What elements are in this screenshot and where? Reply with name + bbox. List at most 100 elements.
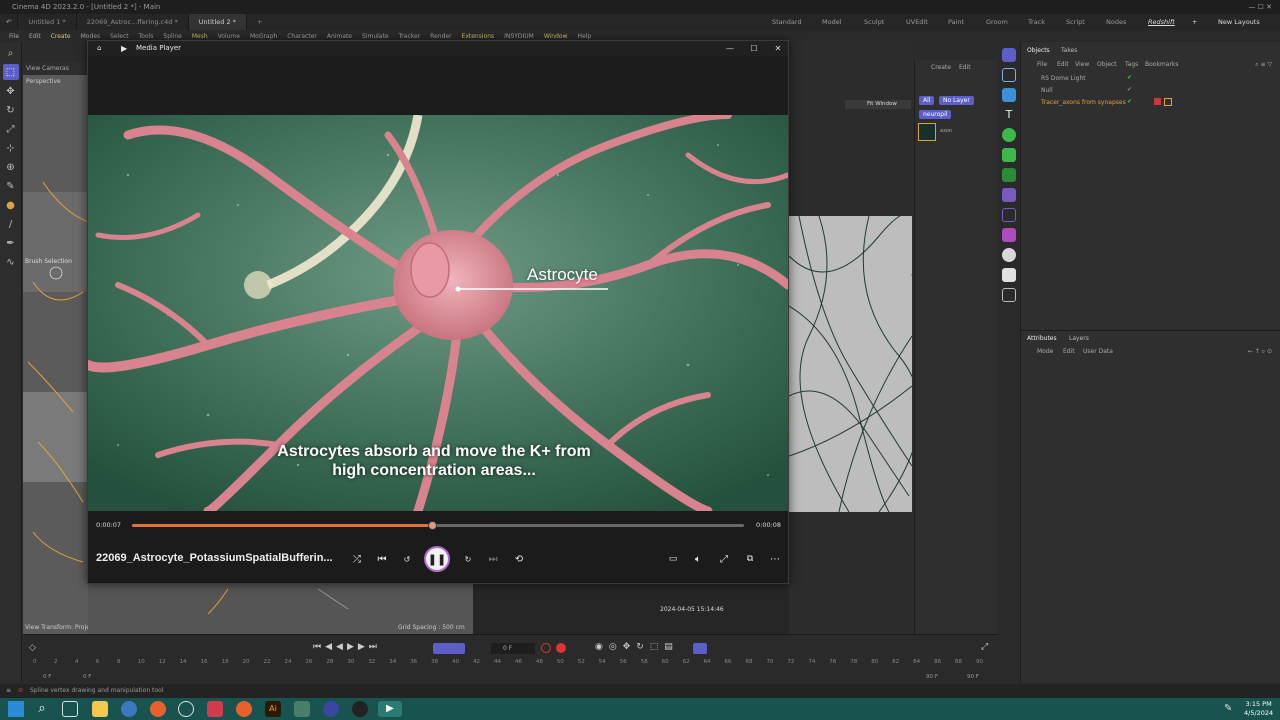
- move-icon[interactable]: ✥: [3, 83, 19, 99]
- objects-search-icon[interactable]: ⌕ ≡ ▽: [1255, 61, 1272, 69]
- object-row-dome-light[interactable]: RS Dome Light: [1041, 75, 1086, 82]
- doc-tab-astrocyte[interactable]: 22069_Astroc...ffering.c4d *: [77, 14, 189, 30]
- layer-filter-none[interactable]: No Layer: [939, 96, 974, 105]
- layer-create-menu[interactable]: Create: [931, 64, 951, 71]
- firefox-icon[interactable]: [150, 701, 166, 717]
- redshift-icon[interactable]: [1002, 48, 1016, 62]
- menu-help[interactable]: Help: [573, 33, 597, 40]
- skip-back-icon[interactable]: ↺: [397, 549, 417, 569]
- media-player-taskbar-icon[interactable]: ▶: [378, 701, 402, 717]
- cinema4d-icon[interactable]: [323, 701, 339, 717]
- autokey-icon[interactable]: [556, 643, 566, 653]
- timeline-preview-start[interactable]: 0 F: [83, 674, 91, 680]
- home-icon[interactable]: ⌂: [97, 41, 101, 56]
- viewport-menu-cameras[interactable]: Cameras: [42, 65, 69, 72]
- viewport-left-visible[interactable]: [23, 62, 88, 634]
- knife-icon[interactable]: /: [3, 216, 19, 232]
- volume-icon[interactable]: 🔈︎: [688, 549, 708, 569]
- layout-standard[interactable]: Standard: [772, 14, 802, 30]
- add-tab-icon[interactable]: +: [247, 14, 272, 30]
- spline-icon[interactable]: ∿: [3, 254, 19, 270]
- layout-script[interactable]: Script: [1066, 14, 1085, 30]
- fullscreen-icon[interactable]: ⤢: [714, 549, 734, 569]
- layout-redshift[interactable]: Redshift: [1148, 14, 1175, 30]
- brush-icon[interactable]: ✎: [3, 178, 19, 194]
- menu-animate[interactable]: Animate: [322, 33, 357, 40]
- menu-tools[interactable]: Tools: [134, 33, 159, 40]
- windows-start-icon[interactable]: [8, 701, 24, 717]
- search-icon[interactable]: ⌕: [34, 701, 50, 717]
- menu-mograph[interactable]: MoGraph: [245, 33, 282, 40]
- menu-window[interactable]: Window: [539, 33, 573, 40]
- text-tool-icon[interactable]: T: [1002, 108, 1016, 122]
- doc-tab-untitled-1[interactable]: Untitled 1 *: [18, 14, 77, 30]
- spline-gen-icon[interactable]: [1002, 228, 1016, 242]
- light-icon[interactable]: [1002, 248, 1016, 262]
- scale-icon[interactable]: ⤢: [3, 121, 19, 137]
- repeat-icon[interactable]: ⟲: [509, 549, 529, 569]
- app-red-icon[interactable]: [207, 701, 223, 717]
- app-dark-icon[interactable]: [352, 701, 368, 717]
- menu-modes[interactable]: Modes: [76, 33, 105, 40]
- menu-tracker[interactable]: Tracker: [394, 33, 426, 40]
- objects-menu-object[interactable]: Object: [1097, 61, 1117, 68]
- transform-icon[interactable]: ⊹: [3, 140, 19, 156]
- keyframe-icon[interactable]: ◇: [29, 643, 36, 653]
- field-icon[interactable]: [1002, 208, 1016, 222]
- add-layout-icon[interactable]: +: [1192, 14, 1197, 30]
- objects-menu-edit[interactable]: Edit: [1057, 61, 1069, 68]
- menu-insydium[interactable]: INSYDIUM: [499, 33, 539, 40]
- search-icon[interactable]: ⌕: [3, 45, 19, 61]
- object-row-null[interactable]: Null: [1041, 87, 1053, 94]
- pen-icon[interactable]: ✒: [3, 235, 19, 251]
- transport-controls[interactable]: ⏮◀◀▶▶⏭: [313, 642, 381, 652]
- menu-create[interactable]: Create: [46, 33, 76, 40]
- seek-thumb[interactable]: [427, 521, 437, 530]
- checkmark-icon[interactable]: ✔: [1127, 86, 1132, 93]
- generator-icon[interactable]: [1002, 128, 1016, 142]
- frame-field[interactable]: 0 F: [491, 643, 535, 654]
- menu-mesh[interactable]: Mesh: [187, 33, 213, 40]
- pen-taskbar-icon[interactable]: ✎: [1224, 703, 1232, 714]
- app-circle-icon[interactable]: [178, 701, 194, 717]
- menu-spline[interactable]: Spline: [158, 33, 186, 40]
- objects-menu-view[interactable]: View: [1075, 61, 1089, 68]
- objects-menu-file[interactable]: File: [1037, 61, 1047, 68]
- more-options-icon[interactable]: ⋯: [765, 549, 785, 569]
- file-explorer-icon[interactable]: [92, 701, 108, 717]
- layout-model[interactable]: Model: [822, 14, 842, 30]
- edge-icon[interactable]: [121, 701, 137, 717]
- layer-filter-all[interactable]: All: [919, 96, 935, 105]
- objects-menu-tags[interactable]: Tags: [1125, 61, 1138, 68]
- deformer-icon[interactable]: [1002, 188, 1016, 202]
- paint-icon[interactable]: ●: [3, 197, 19, 213]
- video-frame[interactable]: Astrocyte Astrocytes absorb and move the…: [88, 115, 788, 511]
- layer-edit-menu[interactable]: Edit: [959, 64, 971, 71]
- viewport-menu-view[interactable]: View: [26, 65, 40, 72]
- taskbar-clock[interactable]: 3:15 PM 4/5/2024: [1244, 700, 1273, 718]
- next-icon[interactable]: ⏭: [483, 549, 503, 569]
- timeline-start-field[interactable]: 0 F: [43, 674, 51, 680]
- tab-takes[interactable]: Takes: [1061, 47, 1077, 54]
- cube-icon[interactable]: [1002, 88, 1016, 102]
- material-neuropil[interactable]: neuropil: [919, 110, 952, 119]
- window-controls[interactable]: — ☐ ✕: [1248, 0, 1272, 14]
- pause-button[interactable]: ❚❚: [424, 546, 450, 572]
- shuffle-icon[interactable]: ⤮: [347, 549, 367, 569]
- menu-volume[interactable]: Volume: [213, 33, 245, 40]
- key-filter-toggle[interactable]: [693, 643, 707, 654]
- tag-icon[interactable]: [1002, 288, 1016, 302]
- maximize-button[interactable]: ☐: [742, 41, 766, 56]
- timeline-preview-end[interactable]: 90 F: [926, 674, 938, 680]
- mograph-icon[interactable]: [1002, 148, 1016, 162]
- menu-simulate[interactable]: Simulate: [357, 33, 394, 40]
- seek-bar[interactable]: [132, 521, 744, 530]
- undo-icon[interactable]: ↶: [0, 14, 19, 30]
- rotate-icon[interactable]: ↻: [3, 102, 19, 118]
- task-view-icon[interactable]: [62, 701, 78, 717]
- layout-groom[interactable]: Groom: [986, 14, 1008, 30]
- layout-nodes[interactable]: Nodes: [1106, 14, 1126, 30]
- illustrator-icon[interactable]: Ai: [265, 701, 281, 717]
- attr-nav-icons[interactable]: ← ↑ ⌕ ⊙: [1248, 348, 1272, 356]
- menu-render[interactable]: Render: [425, 33, 456, 40]
